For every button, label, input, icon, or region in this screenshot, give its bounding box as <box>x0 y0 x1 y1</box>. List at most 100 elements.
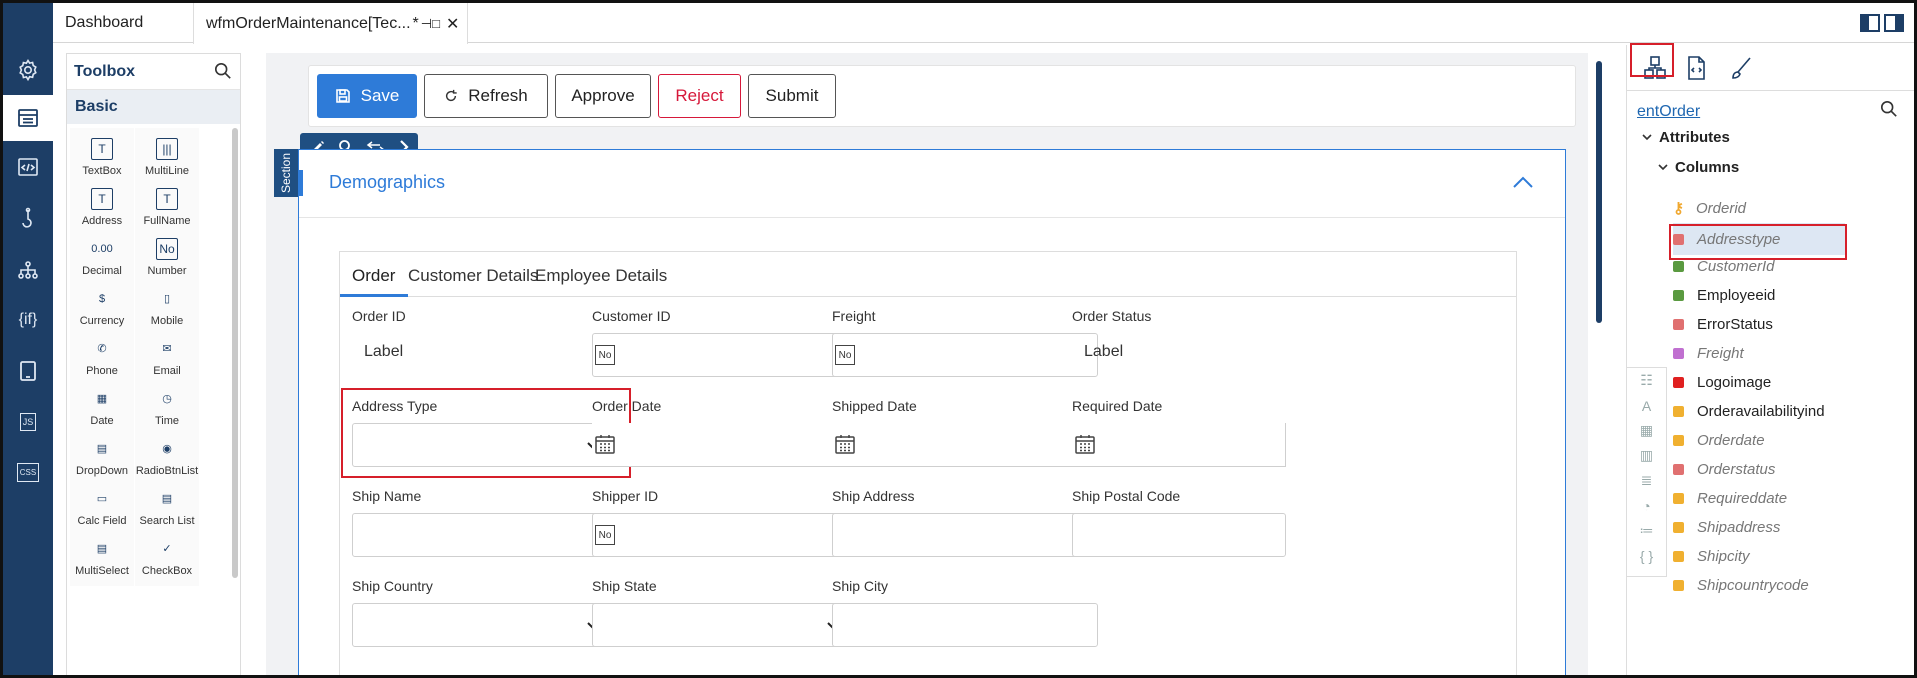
tab-style[interactable] <box>1717 49 1765 87</box>
column-shipaddress[interactable]: Shipaddress <box>1673 515 1780 539</box>
braces-icon[interactable]: { } <box>1627 543 1666 568</box>
toolbox-item-checkbox[interactable]: ✓ CheckBox <box>135 528 199 586</box>
freight-label: Freight <box>832 308 876 324</box>
save-button[interactable]: Save <box>317 74 417 118</box>
radiobtnlist-icon: ◉ <box>162 443 172 455</box>
code-icon[interactable] <box>3 144 53 190</box>
number-icon: No <box>156 237 178 260</box>
toolbox-item-label: Date <box>90 414 114 427</box>
column-color-swatch <box>1673 289 1684 301</box>
column-orderid[interactable]: ⚷ Orderid <box>1673 196 1746 220</box>
column-name: Employeeid <box>1697 286 1776 304</box>
column-name: Requireddate <box>1697 489 1788 507</box>
column-color-swatch <box>1673 521 1684 533</box>
css-icon[interactable]: CSS <box>3 449 53 495</box>
column-color-swatch <box>1673 260 1684 272</box>
gauge-icon[interactable]: ◔ <box>1627 493 1666 518</box>
calendar-icon[interactable] <box>1074 433 1096 455</box>
bullets-icon[interactable]: ≔ <box>1627 518 1666 543</box>
tab-script[interactable] <box>1672 49 1720 87</box>
font-icon[interactable]: A <box>1627 393 1666 418</box>
tree-columns[interactable]: Columns <box>1657 155 1739 179</box>
list-icon[interactable] <box>3 95 53 141</box>
reject-button[interactable]: Reject <box>658 74 741 118</box>
list-icon[interactable]: ≣ <box>1627 468 1666 493</box>
refresh-icon <box>446 89 457 102</box>
left-icon-rail: {if} JS CSS <box>3 3 53 675</box>
sliders-icon[interactable]: ☷ <box>1627 368 1666 393</box>
shipper-id-field[interactable]: No <box>592 513 858 557</box>
grid-icon[interactable]: ▦ <box>1627 418 1666 443</box>
gear-icon[interactable] <box>3 47 53 93</box>
calendar-icon[interactable] <box>594 433 616 455</box>
js-icon[interactable]: JS <box>3 399 53 445</box>
required-date-field[interactable] <box>1072 423 1286 467</box>
ship-city-field[interactable] <box>832 603 1098 647</box>
toolbox-grid: T TextBox ||| MultiLine T Address T FullName 0.0… <box>67 124 240 586</box>
tablet-icon[interactable] <box>3 348 53 394</box>
refresh-button[interactable]: Refresh <box>424 74 548 118</box>
close-icon[interactable]: ✕ <box>446 14 459 34</box>
decimal-icon: 0.00 <box>91 242 113 255</box>
column-shipcountrycode[interactable]: Shipcountrycode <box>1673 573 1809 597</box>
shipper-id-label: Shipper ID <box>592 488 659 504</box>
column-orderstatus[interactable]: Orderstatus <box>1673 457 1775 481</box>
chart-icon[interactable]: ▥ <box>1627 443 1666 468</box>
tab-employee-details[interactable]: Employee Details <box>535 266 667 286</box>
pin-icon[interactable]: ⊣□ <box>421 16 440 32</box>
column-freight[interactable]: Freight <box>1673 341 1744 365</box>
tree-attributes[interactable]: Attributes <box>1641 125 1730 149</box>
save-icon <box>335 89 350 103</box>
toolbox-item-multiselect[interactable]: ▤ MultiSelect <box>70 528 134 586</box>
toolbox-group-basic[interactable]: Basic <box>67 90 240 124</box>
ship-address-field[interactable] <box>832 513 1098 557</box>
ship-postal-code-field[interactable] <box>1072 513 1286 557</box>
left-panel-toggle-icon[interactable] <box>1860 14 1880 32</box>
toolbox-item-label: CheckBox <box>141 564 193 577</box>
toolbox-panel: Toolbox Basic T TextBox ||| MultiLine T Addre… <box>66 53 241 675</box>
if-icon[interactable]: {if} <box>3 297 53 343</box>
ship-name-field[interactable] <box>352 513 618 557</box>
tab-order-maintenance[interactable]: wfmOrderMaintenance[Tec... * ⊣□ ✕ <box>193 3 469 44</box>
column-orderdate[interactable]: Orderdate <box>1673 428 1765 452</box>
submit-button[interactable]: Submit <box>748 74 836 118</box>
hook-icon[interactable] <box>3 196 53 242</box>
column-shipcity[interactable]: Shipcity <box>1673 544 1750 568</box>
column-requireddate[interactable]: Requireddate <box>1673 486 1787 510</box>
ship-postal-code-label: Ship Postal Code <box>1072 488 1181 504</box>
search-icon[interactable] <box>1880 100 1898 118</box>
chevron-up-icon[interactable] <box>1511 172 1535 192</box>
app-window: {if} JS CSS Dashboard wfmOrderMaintenanc… <box>0 0 1917 678</box>
section-header[interactable]: Demographics <box>299 150 1565 218</box>
calendar-icon[interactable] <box>834 433 856 455</box>
column-name: Orderstatus <box>1697 460 1776 478</box>
order-date-field[interactable] <box>592 423 858 467</box>
email-icon: ✉ <box>162 343 172 355</box>
customer-id-field[interactable]: No <box>592 333 858 377</box>
tab-dashboard[interactable]: Dashboard <box>65 3 143 43</box>
ship-country-dropdown[interactable] <box>352 603 618 647</box>
toolbox-item-label: MultiSelect <box>75 564 129 577</box>
toolbox-item-label: Number <box>147 264 187 277</box>
right-panel-toggle-icon[interactable] <box>1884 14 1904 32</box>
tab-customer-details[interactable]: Customer Details <box>408 266 538 286</box>
freight-field[interactable]: No <box>832 333 1098 377</box>
column-orderavailabilityind[interactable]: Orderavailabilityind <box>1673 399 1825 423</box>
canvas-scrollbar[interactable] <box>1596 61 1602 323</box>
toolbox-scrollbar[interactable] <box>232 128 238 578</box>
hierarchy-icon[interactable] <box>3 247 53 293</box>
search-icon[interactable] <box>214 62 232 80</box>
shipped-date-field[interactable] <box>832 423 1098 467</box>
approve-button[interactable]: Approve <box>555 74 651 118</box>
column-employeeid[interactable]: Employeeid <box>1673 283 1775 307</box>
column-name: Orderdate <box>1697 431 1765 449</box>
column-errorstatus[interactable]: ErrorStatus <box>1673 312 1773 336</box>
column-logoimage[interactable]: Logoimage <box>1673 370 1771 394</box>
column-color-swatch <box>1673 347 1684 359</box>
tab-order[interactable]: Order <box>352 266 395 286</box>
entity-link[interactable]: entOrder <box>1637 103 1700 121</box>
ship-state-dropdown[interactable] <box>592 603 858 647</box>
designer-canvas: Save Refresh Approve Reject Submit Secti… <box>266 53 1588 675</box>
shipped-date-label: Shipped Date <box>832 398 917 414</box>
toolbox-item-label: Calc Field <box>77 514 127 527</box>
